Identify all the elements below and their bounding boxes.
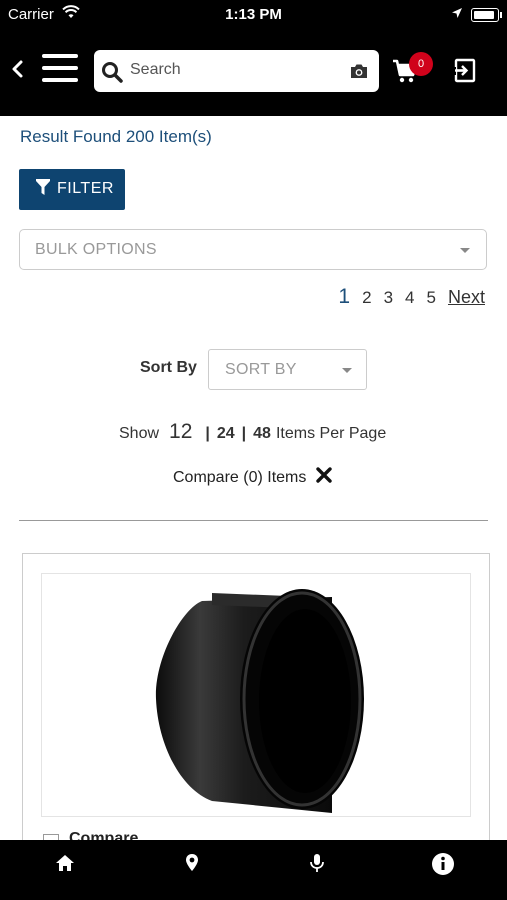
results-count: Result Found 200 Item(s) — [20, 127, 212, 146]
search-bar[interactable] — [94, 50, 379, 92]
page-link-4[interactable]: 4 — [405, 288, 414, 308]
location-arrow-icon — [451, 6, 463, 23]
search-icon[interactable] — [101, 61, 123, 88]
page-link-1[interactable]: 1 — [338, 285, 350, 309]
sort-by-select[interactable]: SORT BY — [208, 349, 367, 390]
per-page-option-48[interactable]: 48 — [253, 425, 271, 443]
microphone-icon[interactable] — [306, 852, 330, 876]
separator: | — [241, 425, 247, 442]
per-page-option-24[interactable]: 24 — [217, 425, 235, 443]
show-label: Show — [119, 425, 160, 442]
items-per-page: Show 12 | 24 | 48 Items Per Page — [119, 420, 386, 444]
separator: | — [205, 425, 210, 442]
sort-by-placeholder: SORT BY — [225, 361, 297, 378]
divider — [19, 520, 488, 521]
chevron-down-icon — [460, 248, 470, 253]
back-chevron-icon[interactable] — [8, 54, 28, 84]
compare-count: Compare (0) Items — [173, 468, 307, 486]
sort-by-label: Sort By — [140, 359, 197, 376]
cart-count-badge: 0 — [409, 52, 433, 76]
app-header: 0 — [0, 30, 507, 116]
next-page-link[interactable]: Next — [448, 287, 485, 308]
status-bar: Carrier 1:13 PM — [0, 0, 507, 30]
close-icon[interactable] — [316, 467, 333, 488]
page-link-5[interactable]: 5 — [427, 288, 436, 308]
compare-bar: Compare (0) Items — [173, 467, 333, 488]
product-card[interactable]: Compare — [22, 553, 490, 853]
home-icon[interactable] — [54, 852, 78, 876]
funnel-icon — [36, 179, 50, 202]
clock-time: 1:13 PM — [225, 6, 282, 23]
bulk-options-label: BULK OPTIONS — [35, 241, 157, 258]
logout-icon[interactable] — [452, 58, 476, 89]
per-page-suffix: Items Per Page — [275, 425, 387, 442]
filter-button[interactable]: FILTER — [19, 169, 125, 210]
per-page-option-12[interactable]: 12 — [169, 420, 192, 444]
battery-icon — [471, 8, 502, 22]
product-image-frame[interactable] — [41, 573, 471, 817]
chevron-down-icon — [342, 368, 352, 373]
camera-icon[interactable] — [349, 63, 369, 84]
search-input[interactable] — [130, 58, 330, 82]
bottom-tab-bar — [0, 840, 507, 900]
filter-label: FILTER — [57, 180, 114, 197]
hamburger-menu-icon[interactable] — [42, 54, 78, 86]
bulk-options-select[interactable]: BULK OPTIONS — [19, 229, 487, 270]
page-link-3[interactable]: 3 — [384, 288, 393, 308]
product-image[interactable] — [142, 579, 372, 815]
page-link-2[interactable]: 2 — [362, 288, 371, 308]
location-pin-icon[interactable] — [181, 852, 205, 876]
pagination: 1 2 3 4 5 Next — [338, 285, 485, 309]
info-icon[interactable] — [431, 852, 455, 876]
